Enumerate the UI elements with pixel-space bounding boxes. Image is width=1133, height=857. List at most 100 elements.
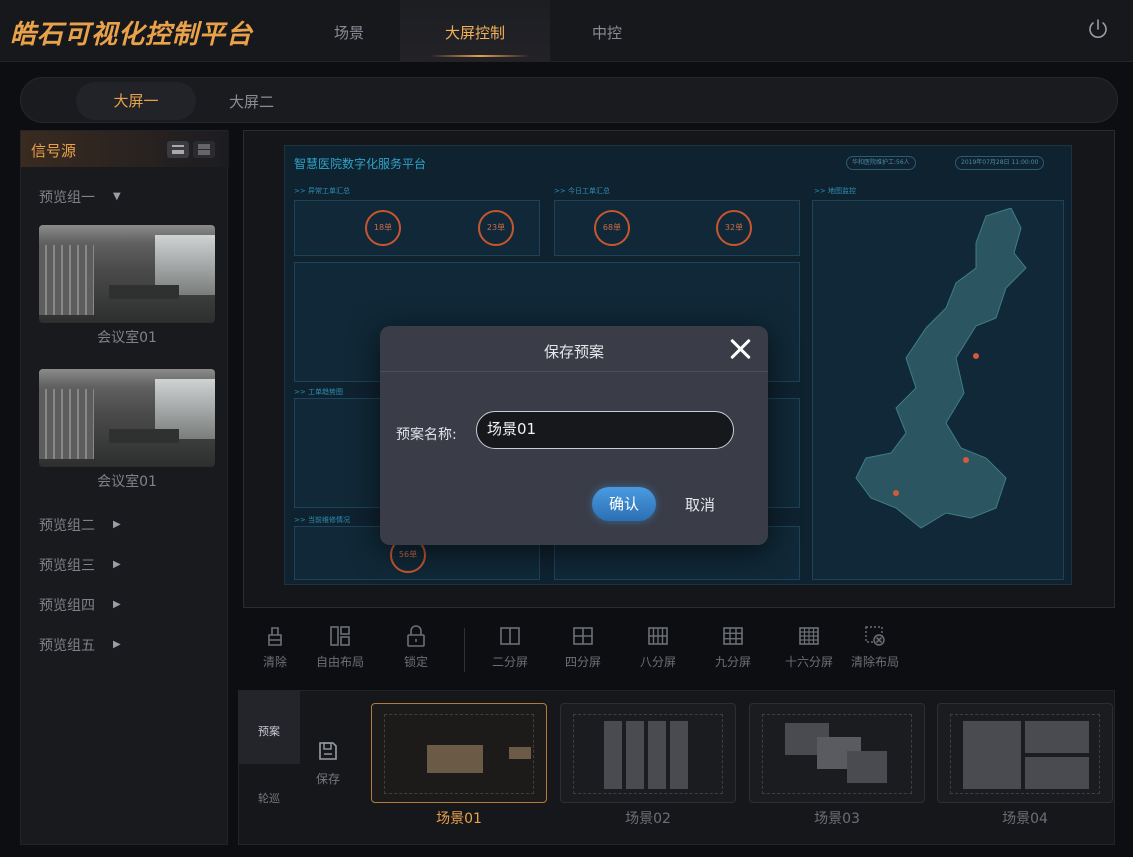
tab-screen-1[interactable]: 大屏一	[76, 82, 196, 120]
tab-screen-control[interactable]: 大屏控制	[430, 22, 520, 43]
thumb-shelf	[39, 245, 94, 315]
dashboard-gauge: 18单	[365, 210, 401, 246]
preview-group-1[interactable]: 预览组一	[39, 187, 95, 207]
clear-layout-button[interactable]: 清除布局	[843, 625, 907, 670]
scene-layout-preview	[384, 714, 534, 794]
source-thumbnail-2[interactable]	[39, 369, 215, 467]
scene-card-3[interactable]	[749, 703, 925, 803]
split-4-button[interactable]: 四分屏	[551, 625, 615, 670]
source-thumbnail-1[interactable]	[39, 225, 215, 323]
dashboard-section-repair: >> 当前维修情况	[294, 516, 350, 524]
layout-block	[604, 721, 622, 789]
split-4-label: 四分屏	[564, 655, 601, 669]
grid-icon	[198, 144, 210, 155]
scene-layout-preview	[762, 714, 912, 794]
save-preset-button[interactable]: 保存	[308, 740, 348, 787]
caret-right-icon[interactable]: ▶	[113, 599, 121, 610]
lock-icon	[407, 625, 425, 647]
split-9-button[interactable]: 九分屏	[701, 625, 765, 670]
signal-source-panel: 信号源 预览组一 ▼ 会议室01 会议室01 预览组二 ▶ 预览组三 ▶ 预览组…	[20, 130, 229, 845]
cancel-button[interactable]: 取消	[685, 494, 715, 515]
source-label-1: 会议室01	[97, 330, 157, 346]
free-layout-label: 自由布局	[315, 655, 364, 669]
caret-right-icon[interactable]: ▶	[113, 639, 121, 650]
tab-patrol[interactable]: 轮巡	[238, 790, 300, 806]
dashboard-panel	[554, 200, 800, 256]
layout-block	[648, 721, 666, 789]
preset-name-input[interactable]: 场景01	[476, 411, 734, 449]
screen-tab-bar: 大屏一 大屏二	[20, 77, 1118, 123]
dashboard-date-pill: 2019年07月28日 11:00:00	[955, 156, 1045, 170]
close-icon[interactable]	[728, 336, 752, 362]
scene-label-4: 场景04	[1002, 811, 1048, 827]
scene-card-1[interactable]	[371, 703, 547, 803]
thumb-table	[109, 285, 179, 299]
layout-block	[963, 721, 1021, 789]
clear-button[interactable]: 清除	[243, 625, 307, 670]
source-label-2: 会议室01	[97, 474, 157, 490]
power-icon[interactable]	[1087, 18, 1109, 40]
split-2-label: 二分屏	[491, 655, 528, 669]
signal-source-title: 信号源	[31, 142, 77, 160]
layout-block	[427, 745, 483, 773]
preview-group-2[interactable]: 预览组二	[39, 515, 95, 535]
preview-group-1-label: 预览组一	[39, 190, 95, 206]
toolbar-divider	[464, 628, 465, 672]
dashboard-gauge: 68单	[594, 210, 630, 246]
dashboard-section-today: >> 今日工单汇总	[554, 187, 610, 195]
layout-block	[1025, 721, 1089, 753]
tab-central-control[interactable]: 中控	[562, 22, 652, 43]
dashboard-section-abnormal: >> 异常工单汇总	[294, 187, 350, 195]
thumb-shelf	[39, 389, 94, 459]
dialog-title: 保存预案	[543, 343, 604, 361]
app-logo-title: 皓石可视化控制平台	[10, 20, 254, 50]
dashboard-section-trend: >> 工单趋势图	[294, 388, 343, 396]
split-4-icon	[573, 627, 593, 645]
preview-group-5-label: 预览组五	[39, 638, 95, 654]
preview-group-3[interactable]: 预览组三	[39, 555, 95, 575]
split-2-icon	[500, 627, 520, 645]
scene-card-2[interactable]	[560, 703, 736, 803]
dashboard-title: 智慧医院数字化服务平台	[294, 157, 427, 171]
save-preset-dialog: 保存预案 预案名称: 场景01 确认 取消	[380, 326, 768, 545]
tab-preset[interactable]: 预案	[238, 690, 300, 764]
dashboard-section-map: >> 地图监控	[814, 187, 856, 195]
caret-right-icon[interactable]: ▶	[113, 519, 121, 530]
scene-label-3: 场景03	[814, 811, 860, 827]
free-layout-button[interactable]: 自由布局	[308, 625, 372, 670]
thumb-table	[109, 429, 179, 443]
split-16-button[interactable]: 十六分屏	[777, 625, 841, 670]
preset-name-label: 预案名称:	[396, 427, 457, 443]
split-8-label: 八分屏	[639, 655, 676, 669]
dashboard-gauge: 32单	[716, 210, 752, 246]
scene-card-4[interactable]	[937, 703, 1113, 803]
scene-layout-preview	[950, 714, 1100, 794]
confirm-button[interactable]: 确认	[592, 487, 656, 521]
save-icon	[319, 742, 337, 760]
list-icon	[172, 145, 184, 154]
split-9-label: 九分屏	[714, 655, 751, 669]
layout-block	[847, 751, 887, 783]
free-layout-icon	[330, 626, 350, 646]
province-map	[855, 208, 1027, 529]
scene-label-1: 场景01	[436, 811, 482, 827]
tab-scene[interactable]: 场景	[304, 22, 394, 43]
split-8-button[interactable]: 八分屏	[626, 625, 690, 670]
preview-group-5[interactable]: 预览组五	[39, 635, 95, 655]
tab-screen-2[interactable]: 大屏二	[229, 91, 274, 112]
split-16-label: 十六分屏	[784, 655, 833, 669]
lock-button[interactable]: 锁定	[384, 625, 448, 670]
grid-view-button[interactable]	[193, 141, 215, 158]
scene-layout-preview	[573, 714, 723, 794]
layout-block	[1025, 757, 1089, 789]
caret-right-icon[interactable]: ▶	[113, 559, 121, 570]
preview-group-3-label: 预览组三	[39, 558, 95, 574]
save-label: 保存	[315, 772, 340, 786]
preview-group-4-label: 预览组四	[39, 598, 95, 614]
clear-label: 清除	[262, 655, 287, 669]
preview-group-4[interactable]: 预览组四	[39, 595, 95, 615]
caret-down-icon[interactable]: ▼	[113, 191, 121, 202]
clear-layout-icon	[865, 626, 885, 646]
list-view-button[interactable]	[167, 141, 189, 158]
split-2-button[interactable]: 二分屏	[478, 625, 542, 670]
